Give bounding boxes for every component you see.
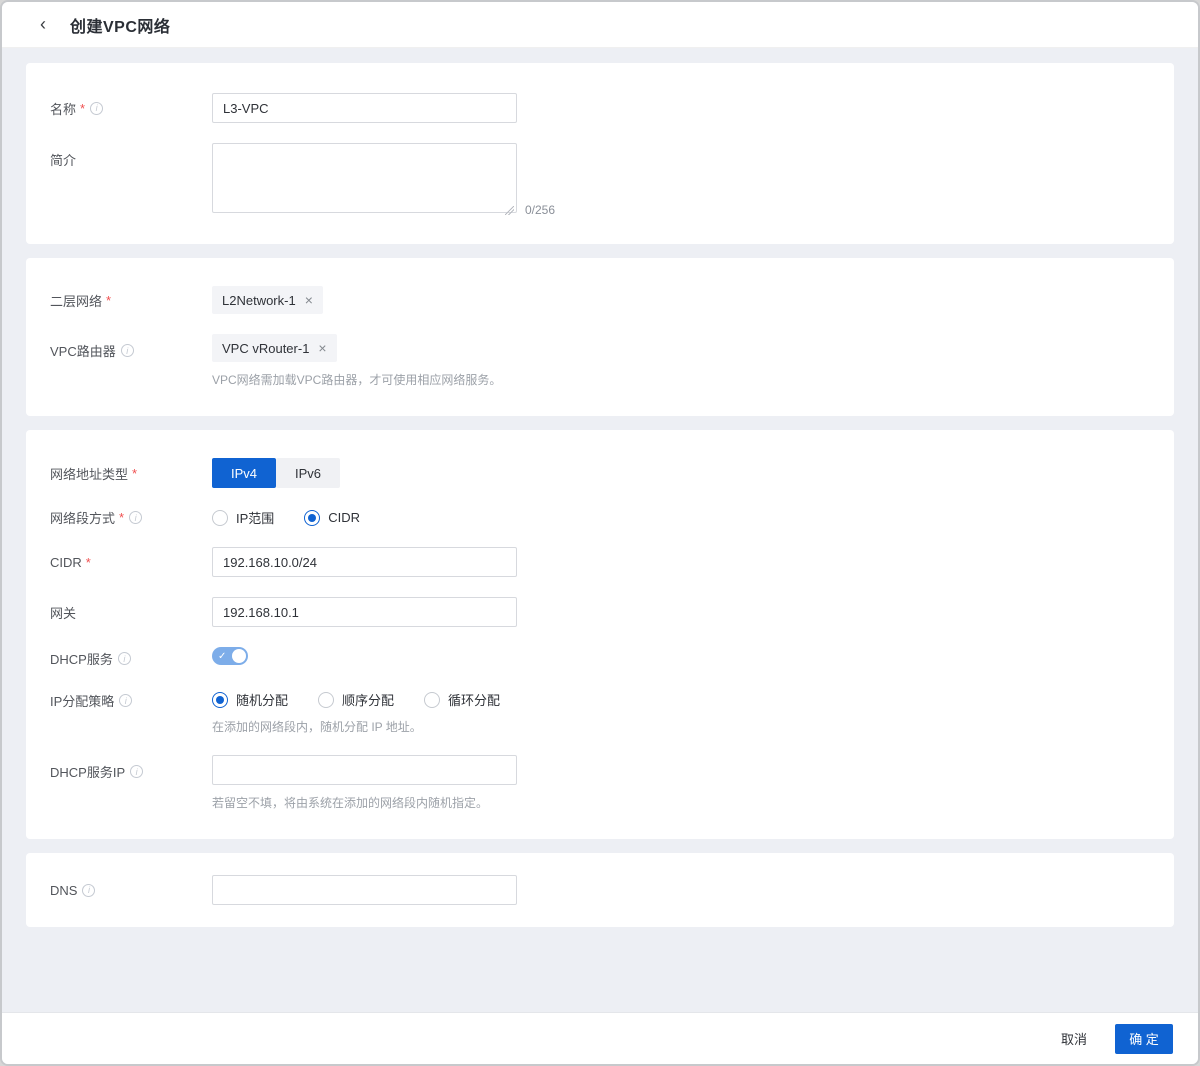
dhcp-label-text: DHCP服务 — [50, 652, 113, 667]
cidr-label: CIDR * — [50, 555, 212, 570]
cidr-input[interactable] — [212, 547, 517, 577]
page-header: ‹ 创建VPC网络 — [2, 2, 1198, 48]
ip-alloc-label-text: IP分配策略 — [50, 694, 115, 709]
dhcp-ip-hint: 若留空不填，将由系统在添加的网络段内随机指定。 — [212, 796, 489, 810]
segment-mode-label-text: 网络段方式 — [50, 511, 116, 526]
radio-icon — [212, 509, 228, 526]
l2network-label-text: 二层网络 — [50, 293, 103, 309]
radio-cidr[interactable]: CIDR — [304, 509, 361, 526]
radio-sequential-label: 顺序分配 — [342, 693, 395, 708]
description-label: 简介 — [50, 143, 212, 169]
dns-row: DNS i — [50, 875, 1150, 905]
radio-roundrobin-label: 循环分配 — [448, 693, 501, 708]
info-icon[interactable]: i — [129, 511, 143, 524]
info-icon[interactable]: i — [117, 652, 131, 665]
address-type-row: 网络地址类型 * IPv4 IPv6 — [50, 458, 1150, 488]
dhcp-toggle[interactable]: ✓ — [212, 647, 248, 665]
info-icon[interactable]: i — [130, 765, 144, 778]
char-counter: 0/256 — [525, 203, 556, 217]
toggle-knob — [232, 649, 246, 663]
l2network-tag[interactable]: L2Network-1 × — [212, 286, 323, 314]
vpc-router-row: VPC路由器 i VPC vRouter-1 × VPC网络需加载VPC路由器，… — [50, 334, 1150, 388]
dns-input[interactable] — [212, 875, 517, 905]
cidr-row: CIDR * — [50, 547, 1150, 577]
dhcp-ip-row: DHCP服务IP i 若留空不填，将由系统在添加的网络段内随机指定。 — [50, 755, 1150, 811]
required-asterisk: * — [132, 465, 138, 481]
vpc-router-hint: VPC网络需加载VPC路由器，才可使用相应网络服务。 — [212, 373, 502, 387]
description-textarea[interactable] — [212, 143, 517, 213]
required-asterisk: * — [80, 100, 86, 116]
radio-icon — [424, 691, 441, 708]
l2network-row: 二层网络 * L2Network-1 × — [50, 286, 1150, 314]
radio-sequential-alloc[interactable]: 顺序分配 — [318, 690, 394, 709]
gateway-row: 网关 — [50, 597, 1150, 627]
card-dns: DNS i — [26, 853, 1174, 927]
name-label-text: 名称 — [50, 101, 77, 117]
radio-ip-range[interactable]: IP范围 — [212, 508, 274, 527]
radio-random-alloc[interactable]: 随机分配 — [212, 690, 288, 709]
l2network-label: 二层网络 * — [50, 291, 212, 310]
radio-roundrobin-alloc[interactable]: 循环分配 — [424, 690, 500, 709]
gateway-label: 网关 — [50, 603, 212, 622]
address-type-label-text: 网络地址类型 — [50, 466, 129, 482]
dhcp-label: DHCP服务 i — [50, 649, 212, 668]
dhcp-ip-input[interactable] — [212, 755, 517, 785]
ip-alloc-row: IP分配策略 i 随机分配 顺序分配 循环分配 在添加的网络段内，随机分配 IP… — [50, 690, 1150, 735]
radio-cidr-label: CIDR — [328, 510, 361, 525]
vpc-router-tag-text: VPC vRouter-1 — [222, 340, 310, 356]
radio-checked-icon — [304, 509, 321, 526]
description-label-text: 简介 — [50, 153, 77, 168]
gateway-input[interactable] — [212, 597, 517, 627]
name-row: 名称 * i — [50, 93, 1150, 123]
address-type-segmented: IPv4 IPv6 — [212, 458, 340, 488]
back-icon[interactable]: ‹ — [40, 15, 46, 33]
check-icon: ✓ — [218, 650, 227, 662]
address-type-label: 网络地址类型 * — [50, 464, 212, 483]
ip-alloc-hint: 在添加的网络段内，随机分配 IP 地址。 — [212, 720, 422, 734]
dns-label: DNS i — [50, 883, 212, 898]
radio-icon — [318, 691, 335, 708]
dhcp-row: DHCP服务 i ✓ — [50, 647, 1150, 670]
name-label: 名称 * i — [50, 99, 212, 118]
vpc-router-label: VPC路由器 i — [50, 334, 212, 360]
required-asterisk: * — [106, 292, 112, 308]
segment-mode-label: 网络段方式 * i — [50, 508, 212, 527]
card-address-config: 网络地址类型 * IPv4 IPv6 网络段方式 * i IP范围 CIDR C… — [26, 430, 1174, 839]
segment-ipv6-button[interactable]: IPv6 — [276, 458, 340, 488]
cidr-label-text: CIDR — [50, 554, 82, 570]
close-icon[interactable]: × — [318, 341, 326, 355]
segment-ipv4-button[interactable]: IPv4 — [212, 458, 276, 488]
page-footer: 取消 确 定 — [2, 1012, 1198, 1064]
vpc-router-label-text: VPC路由器 — [50, 344, 116, 359]
vpc-router-tag[interactable]: VPC vRouter-1 × — [212, 334, 337, 362]
info-icon[interactable]: i — [82, 883, 96, 897]
dns-label-text: DNS — [50, 882, 78, 898]
segment-mode-row: 网络段方式 * i IP范围 CIDR — [50, 508, 1150, 527]
l2network-tag-text: L2Network-1 — [222, 292, 296, 308]
radio-checked-icon — [212, 691, 228, 708]
dhcp-ip-label: DHCP服务IP i — [50, 755, 212, 781]
card-basic-info: 名称 * i 简介 0/256 — [26, 63, 1174, 244]
name-input[interactable] — [212, 93, 517, 123]
gateway-label-text: 网关 — [50, 605, 77, 621]
card-network-attach: 二层网络 * L2Network-1 × VPC路由器 i VPC vRoute… — [26, 258, 1174, 416]
info-icon[interactable]: i — [90, 101, 104, 115]
info-icon[interactable]: i — [119, 694, 133, 707]
resize-handle-icon[interactable] — [505, 206, 514, 215]
create-vpc-network-page: ‹ 创建VPC网络 名称 * i 简介 — [0, 0, 1200, 1066]
dhcp-ip-label-text: DHCP服务IP — [50, 765, 126, 780]
required-asterisk: * — [85, 554, 91, 570]
radio-random-label: 随机分配 — [236, 693, 289, 708]
info-icon[interactable]: i — [120, 344, 134, 357]
cancel-button[interactable]: 取消 — [1061, 1029, 1087, 1048]
ip-alloc-label: IP分配策略 i — [50, 690, 212, 710]
confirm-button[interactable]: 确 定 — [1115, 1023, 1173, 1054]
close-icon[interactable]: × — [305, 293, 313, 307]
form-body: 名称 * i 简介 0/256 — [2, 48, 1198, 1012]
description-row: 简介 0/256 — [50, 143, 1150, 218]
radio-ip-range-label: IP范围 — [236, 511, 275, 526]
page-title: 创建VPC网络 — [70, 18, 171, 36]
required-asterisk: * — [119, 510, 125, 525]
